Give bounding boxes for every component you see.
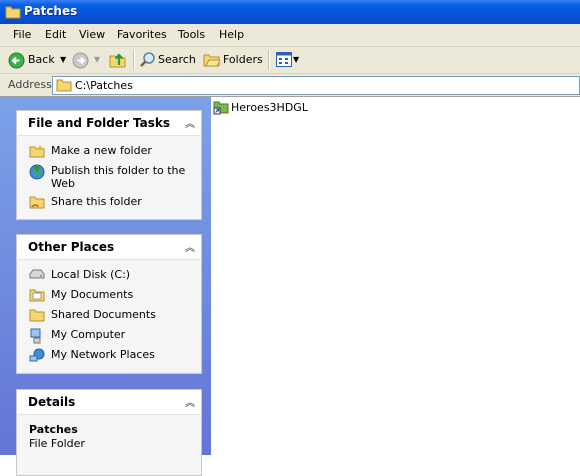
shared-folder-icon — [29, 308, 45, 322]
panel-body: Patches File Folder — [16, 414, 202, 476]
panel-body: Make a new folder Publish this folder to… — [16, 135, 202, 220]
folders-icon — [203, 52, 220, 67]
place-my-network-places[interactable]: My Network Places — [17, 348, 201, 364]
drive-icon — [29, 268, 45, 280]
file-folder-tasks-panel: File and Folder Tasks ︽ Make a new folde… — [16, 110, 202, 220]
search-icon — [139, 51, 156, 68]
menu-tools[interactable]: Tools — [178, 28, 205, 41]
place-label: Local Disk (C:) — [51, 268, 131, 281]
views-icon — [276, 52, 292, 67]
place-label: Shared Documents — [51, 308, 156, 321]
place-my-documents[interactable]: My Documents — [17, 288, 201, 302]
details-type: File Folder — [29, 437, 85, 450]
forward-dropdown-icon[interactable]: ▼ — [94, 51, 100, 69]
menu-edit[interactable]: Edit — [45, 28, 66, 41]
place-label: My Network Places — [51, 348, 155, 361]
address-bar: Address C:\Patches — [0, 74, 580, 97]
menu-view[interactable]: View — [79, 28, 105, 41]
back-dropdown-icon[interactable]: ▼ — [60, 51, 66, 69]
collapse-chevron-icon[interactable]: ︽ — [185, 239, 195, 254]
address-label: Address — [8, 78, 52, 91]
folder-up-icon — [109, 51, 127, 69]
title-bar[interactable]: Patches — [0, 0, 580, 24]
share-folder-icon — [29, 195, 45, 209]
place-local-disk[interactable]: Local Disk (C:) — [17, 268, 201, 281]
menu-help[interactable]: Help — [219, 28, 244, 41]
computer-icon — [29, 328, 45, 344]
details-panel: Details ︽ Patches File Folder — [16, 389, 202, 476]
task-label: Make a new folder — [51, 144, 152, 157]
network-icon — [29, 348, 45, 364]
new-folder-icon — [29, 144, 45, 158]
folder-icon — [56, 78, 72, 92]
folders-label: Folders — [223, 53, 263, 66]
shortcut-folder-icon — [213, 99, 229, 115]
details-name: Patches — [29, 423, 78, 436]
task-pane: File and Folder Tasks ︽ Make a new folde… — [0, 97, 211, 476]
file-list[interactable]: Heroes3HDGL — [211, 97, 580, 455]
file-folder-tasks-header[interactable]: File and Folder Tasks ︽ — [16, 110, 202, 135]
search-label: Search — [158, 53, 196, 66]
panel-title: File and Folder Tasks — [28, 116, 171, 130]
panel-title: Other Places — [28, 240, 115, 254]
address-path: C:\Patches — [75, 79, 133, 92]
task-publish-to-web[interactable]: Publish this folder to the Web — [17, 164, 191, 190]
place-label: My Documents — [51, 288, 134, 301]
collapse-chevron-icon[interactable]: ︽ — [185, 394, 195, 409]
back-label: Back — [28, 53, 55, 66]
other-places-panel: Other Places ︽ Local Disk (C:) My Docume… — [16, 234, 202, 374]
menu-file[interactable]: File — [13, 28, 31, 41]
file-name: Heroes3HDGL — [231, 101, 308, 114]
window-title: Patches — [24, 4, 78, 18]
folder-icon — [5, 5, 21, 19]
task-share-folder[interactable]: Share this folder — [17, 195, 201, 209]
publish-web-icon — [29, 164, 45, 180]
task-label: Publish this folder to the Web — [51, 164, 186, 190]
forward-arrow-icon — [72, 52, 89, 69]
place-my-computer[interactable]: My Computer — [17, 328, 201, 344]
toolbar: Back ▼ ▼ Search Folders ▼ — [0, 47, 580, 74]
address-input[interactable]: C:\Patches — [52, 76, 580, 95]
documents-icon — [29, 288, 45, 302]
task-make-new-folder[interactable]: Make a new folder — [17, 144, 201, 158]
place-shared-documents[interactable]: Shared Documents — [17, 308, 201, 322]
views-dropdown-icon[interactable]: ▼ — [293, 51, 299, 69]
panel-title: Details — [28, 395, 76, 409]
back-arrow-icon — [8, 52, 25, 69]
place-label: My Computer — [51, 328, 126, 341]
task-label: Share this folder — [51, 195, 142, 208]
panel-body: Local Disk (C:) My Documents Shared Docu… — [16, 259, 202, 374]
other-places-header[interactable]: Other Places ︽ — [16, 234, 202, 259]
collapse-chevron-icon[interactable]: ︽ — [185, 115, 195, 130]
menu-bar: File Edit View Favorites Tools Help — [0, 24, 580, 47]
details-header[interactable]: Details ︽ — [16, 389, 202, 414]
menu-favorites[interactable]: Favorites — [117, 28, 167, 41]
